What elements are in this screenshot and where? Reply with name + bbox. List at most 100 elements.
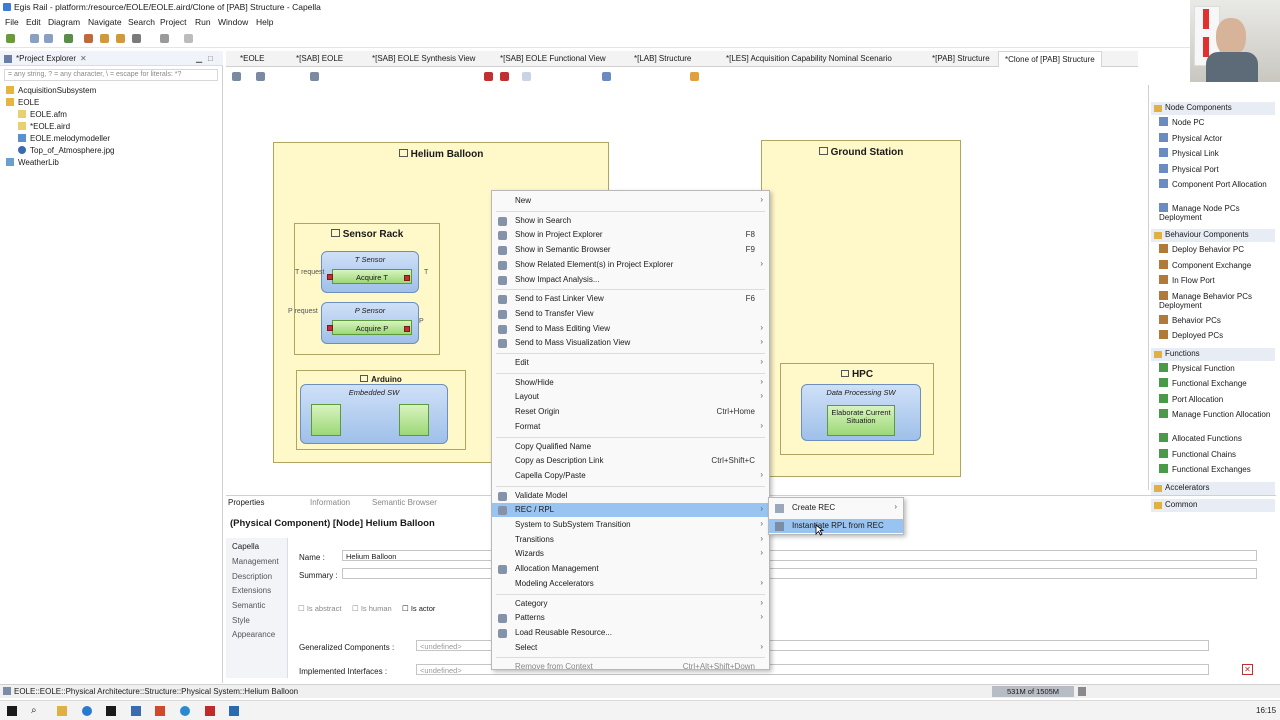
menu-item-rec-rpl[interactable]: REC / RPL ›: [492, 503, 769, 518]
menu-navigate[interactable]: Navigate: [88, 17, 122, 27]
tab-sab-functional[interactable]: *[SAB] EOLE Functional View: [500, 54, 606, 63]
tab-pab-structure[interactable]: *[PAB] Structure: [932, 54, 990, 63]
tab-properties[interactable]: Properties: [228, 498, 264, 507]
menu-item-send-to-fast-linker-view[interactable]: Send to Fast Linker View F6: [492, 292, 769, 306]
side-style[interactable]: Style: [232, 616, 250, 625]
acquire-t-function[interactable]: Acquire T: [332, 269, 412, 284]
function-block[interactable]: [399, 404, 429, 436]
menu-item-allocation-management[interactable]: Allocation Management: [492, 562, 769, 576]
palette-group-functions[interactable]: Functions: [1151, 347, 1275, 361]
side-appearance[interactable]: Appearance: [232, 630, 275, 639]
menu-item-create-rec[interactable]: Create REC ›: [769, 501, 903, 515]
palette-item[interactable]: Component Port Allocation: [1159, 179, 1271, 189]
tree-item-melody[interactable]: EOLE.melodymodeller: [18, 134, 110, 143]
menu-item-transitions[interactable]: Transitions ›: [492, 533, 769, 547]
tab-clone-pab[interactable]: *Clone of [PAB] Structure: [998, 51, 1102, 67]
tool-icon[interactable]: [690, 72, 699, 81]
menu-run[interactable]: Run: [195, 17, 211, 27]
menu-item-show-hide[interactable]: Show/Hide ›: [492, 376, 769, 390]
tool-icon[interactable]: [310, 72, 319, 81]
palette-item[interactable]: Functional Exchanges: [1159, 464, 1251, 474]
capella-icon[interactable]: [229, 706, 239, 716]
palette-item[interactable]: Allocated Functions: [1159, 433, 1242, 443]
palette-item[interactable]: Manage Behavior PCs Deployment: [1159, 290, 1271, 310]
port-marker[interactable]: [404, 275, 410, 281]
menu-item-category[interactable]: Category ›: [492, 597, 769, 611]
palette-group-accelerators[interactable]: Accelerators: [1151, 481, 1275, 495]
app-icon[interactable]: [131, 706, 141, 716]
tool-icon[interactable]: [256, 72, 265, 81]
bold-icon[interactable]: [522, 72, 531, 81]
menu-window[interactable]: Window: [218, 17, 248, 27]
side-capella[interactable]: Capella: [232, 542, 259, 551]
tree-item-acquisition[interactable]: AcquisitionSubsystem: [6, 86, 96, 95]
app-icon[interactable]: [106, 706, 116, 716]
side-semantic[interactable]: Semantic: [232, 601, 265, 610]
t-sensor-node[interactable]: T Sensor Acquire T: [321, 251, 419, 293]
menu-item-show-related-element-s-in-project-explorer[interactable]: Show Related Element(s) in Project Explo…: [492, 258, 769, 272]
menu-item-wizards[interactable]: Wizards ›: [492, 547, 769, 561]
search-icon[interactable]: ⌕: [31, 705, 37, 716]
acquire-p-function[interactable]: Acquire P: [332, 320, 412, 335]
tree-item-afm[interactable]: EOLE.afm: [18, 110, 67, 119]
menu-project[interactable]: Project: [160, 17, 186, 27]
menu-item-show-in-search[interactable]: Show in Search: [492, 214, 769, 228]
explorer-filter-input[interactable]: = any string, ? = any character, \ = esc…: [4, 69, 218, 81]
palette-group-node-components[interactable]: Node Components: [1151, 102, 1275, 115]
port-marker[interactable]: [327, 274, 333, 280]
delete-icon[interactable]: [500, 72, 509, 81]
palette-item[interactable]: Functional Chains: [1159, 448, 1236, 459]
is-abstract-checkbox[interactable]: ☐ Is abstract: [298, 604, 341, 613]
menu-item-layout[interactable]: Layout ›: [492, 390, 769, 404]
port-marker[interactable]: [327, 325, 333, 331]
tool-icon[interactable]: [116, 34, 125, 43]
palette-item[interactable]: Manage Function Allocation: [1159, 409, 1271, 419]
powerpoint-icon[interactable]: [155, 706, 165, 716]
menu-item-capella-copy-paste[interactable]: Capella Copy/Paste ›: [492, 469, 769, 483]
tree-item-aird[interactable]: *EOLE.aird: [18, 122, 70, 131]
palette-item[interactable]: Manage Node PCs Deployment: [1159, 203, 1271, 222]
tree-item-eole[interactable]: EOLE: [6, 98, 39, 107]
is-actor-checkbox[interactable]: ☐ Is actor: [402, 604, 435, 613]
tab-eole[interactable]: *EOLE: [240, 54, 264, 63]
tool-icon[interactable]: [232, 72, 241, 81]
tab-les-scenario[interactable]: *[LES] Acquisition Capability Nominal Sc…: [726, 54, 892, 63]
menu-item-modeling-accelerators[interactable]: Modeling Accelerators ›: [492, 577, 769, 591]
menu-item-show-impact-analysis[interactable]: Show Impact Analysis...: [492, 273, 769, 287]
new-icon[interactable]: [6, 34, 15, 43]
tab-information[interactable]: Information: [310, 498, 350, 507]
palette-item[interactable]: Physical Link: [1159, 148, 1219, 158]
tool-icon[interactable]: [602, 72, 611, 81]
menu-item-format[interactable]: Format ›: [492, 420, 769, 434]
side-extensions[interactable]: Extensions: [232, 586, 271, 595]
browser-icon[interactable]: [82, 706, 92, 716]
menu-item-instantiate-rpl[interactable]: Instantiate RPL from REC: [769, 519, 903, 533]
menu-file[interactable]: File: [5, 17, 19, 27]
delete-icon[interactable]: [484, 72, 493, 81]
tree-item-weatherlib[interactable]: WeatherLib: [6, 158, 59, 167]
port-marker[interactable]: [404, 326, 410, 332]
app-icon[interactable]: [180, 706, 190, 716]
tree-item-jpg[interactable]: Top_of_Atmosphere.jpg: [18, 146, 115, 155]
windows-start-icon[interactable]: [7, 706, 17, 716]
palette-item[interactable]: Port Allocation: [1159, 393, 1223, 404]
menu-edit[interactable]: Edit: [26, 17, 41, 27]
side-management[interactable]: Management: [232, 557, 279, 566]
embedded-sw-node[interactable]: Embedded SW: [300, 384, 448, 444]
maximize-icon[interactable]: □: [208, 54, 213, 63]
heap-status[interactable]: 531M of 1505M: [992, 686, 1074, 697]
palette-group-behaviour-components[interactable]: Behaviour Components: [1151, 229, 1275, 242]
data-processing-sw-node[interactable]: Data Processing SW Elaborate Current Sit…: [801, 384, 921, 441]
menu-item-load-reusable-resource[interactable]: Load Reusable Resource...: [492, 626, 769, 640]
summary-field[interactable]: [342, 568, 1257, 579]
tool-icon[interactable]: [64, 34, 73, 43]
menu-item-send-to-mass-visualization-view[interactable]: Send to Mass Visualization View ›: [492, 336, 769, 350]
back-icon[interactable]: [160, 34, 169, 43]
file-explorer-icon[interactable]: [57, 706, 67, 716]
menu-item-send-to-mass-editing-view[interactable]: Send to Mass Editing View ›: [492, 322, 769, 336]
side-description[interactable]: Description: [232, 572, 272, 581]
palette-item[interactable]: Behavior PCs: [1159, 314, 1221, 325]
p-sensor-node[interactable]: P Sensor Acquire P: [321, 302, 419, 344]
palette-item[interactable]: Functional Exchange: [1159, 378, 1247, 388]
tool-icon[interactable]: [84, 34, 93, 43]
